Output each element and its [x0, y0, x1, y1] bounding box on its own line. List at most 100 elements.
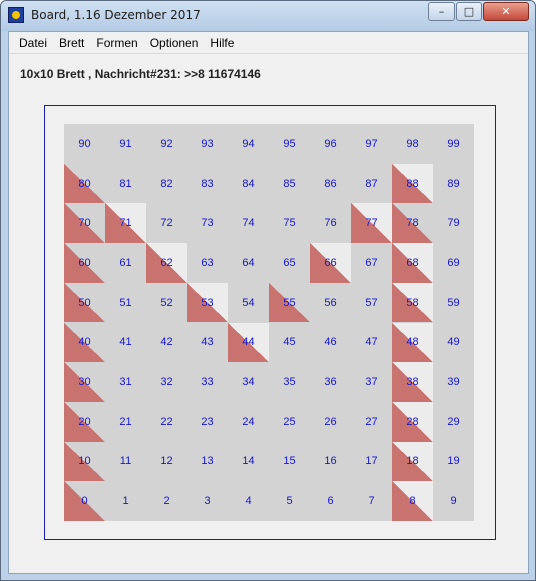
board-cell[interactable]: 52: [146, 283, 187, 323]
board-cell[interactable]: 51: [105, 283, 146, 323]
board-cell[interactable]: 76: [310, 203, 351, 243]
board-cell[interactable]: 11: [105, 442, 146, 482]
board-cell[interactable]: 49: [433, 323, 474, 363]
board-cell[interactable]: 29: [433, 402, 474, 442]
board-cell[interactable]: 84: [228, 164, 269, 204]
board-cell[interactable]: 68: [392, 243, 433, 283]
board-cell[interactable]: 88: [392, 163, 433, 204]
board-cell[interactable]: 28: [392, 401, 433, 442]
board-cell[interactable]: 75: [269, 203, 310, 243]
board-cell[interactable]: 67: [351, 243, 392, 283]
board-cell[interactable]: 92: [146, 124, 187, 164]
board-cell[interactable]: 59: [433, 283, 474, 323]
board-cell[interactable]: 82: [146, 164, 187, 204]
board-cell[interactable]: 39: [433, 362, 474, 402]
board-cell[interactable]: 89: [433, 164, 474, 204]
board-cell[interactable]: 42: [146, 323, 187, 363]
board-cell[interactable]: 99: [433, 124, 474, 164]
board-cell[interactable]: 55: [269, 282, 310, 323]
board-cell[interactable]: 13: [187, 442, 228, 482]
board-cell[interactable]: 47: [351, 323, 392, 363]
board-cell[interactable]: 58: [392, 282, 433, 323]
board-cell[interactable]: 80: [64, 163, 105, 204]
board-cell[interactable]: 65: [269, 243, 310, 283]
board-cell[interactable]: 1: [105, 481, 146, 521]
board-cell[interactable]: 37: [351, 362, 392, 402]
board-cell[interactable]: 32: [146, 362, 187, 402]
board-cell[interactable]: 62: [146, 243, 187, 283]
menu-datei[interactable]: Datei: [13, 32, 53, 54]
board-cell[interactable]: 54: [228, 283, 269, 323]
board-cell[interactable]: 91: [105, 124, 146, 164]
board-cell[interactable]: 69: [433, 243, 474, 283]
board-cell[interactable]: 34: [228, 362, 269, 402]
board-cell[interactable]: 23: [187, 402, 228, 442]
board-cell[interactable]: 40: [64, 322, 105, 363]
menu-hilfe[interactable]: Hilfe: [204, 32, 240, 54]
board-cell[interactable]: 66: [310, 243, 351, 283]
board-cell[interactable]: 30: [64, 362, 105, 402]
board-cell[interactable]: 24: [228, 402, 269, 442]
board-cell[interactable]: 48: [392, 322, 433, 363]
board-cell[interactable]: 35: [269, 362, 310, 402]
board-cell[interactable]: 45: [269, 323, 310, 363]
board-cell[interactable]: 95: [269, 124, 310, 164]
board-cell[interactable]: 6: [310, 481, 351, 521]
board-cell[interactable]: 22: [146, 402, 187, 442]
board-cell[interactable]: 41: [105, 323, 146, 363]
board-cell[interactable]: 94: [228, 124, 269, 164]
board-cell[interactable]: 3: [187, 481, 228, 521]
board-cell[interactable]: 4: [228, 481, 269, 521]
board-cell[interactable]: 14: [228, 442, 269, 482]
board-cell[interactable]: 56: [310, 283, 351, 323]
board-cell[interactable]: 46: [310, 323, 351, 363]
board-cell[interactable]: 98: [392, 124, 433, 164]
board-cell[interactable]: 64: [228, 243, 269, 283]
board-cell[interactable]: 83: [187, 164, 228, 204]
board-cell[interactable]: 90: [64, 124, 105, 164]
board-cell[interactable]: 96: [310, 124, 351, 164]
board-cell[interactable]: 31: [105, 362, 146, 402]
board-cell[interactable]: 25: [269, 402, 310, 442]
app-icon[interactable]: [8, 7, 24, 23]
board-cell[interactable]: 26: [310, 402, 351, 442]
board-cell[interactable]: 73: [187, 203, 228, 243]
board-cell[interactable]: 33: [187, 362, 228, 402]
board-cell[interactable]: 85: [269, 164, 310, 204]
board-cell[interactable]: 87: [351, 164, 392, 204]
board-cell[interactable]: 21: [105, 402, 146, 442]
board-cell[interactable]: 81: [105, 164, 146, 204]
board-cell[interactable]: 77: [351, 203, 392, 244]
maximize-button[interactable]: □: [456, 2, 482, 21]
board-cell[interactable]: 7: [351, 481, 392, 521]
board-cell[interactable]: 44: [228, 322, 269, 363]
menu-brett[interactable]: Brett: [53, 32, 90, 54]
board-cell[interactable]: 57: [351, 283, 392, 323]
board-cell[interactable]: 0: [64, 481, 105, 521]
board-cell[interactable]: 79: [433, 203, 474, 243]
board-cell[interactable]: 17: [351, 442, 392, 482]
board-cell[interactable]: 5: [269, 481, 310, 521]
board-cell[interactable]: 72: [146, 203, 187, 243]
game-board[interactable]: 90 91 92 93 94 95 96 97 98 99 80 81 82 83 84 85 86 87 88 89…: [64, 124, 474, 521]
board-cell[interactable]: 74: [228, 203, 269, 243]
title-bar[interactable]: Board, 1.16 Dezember 2017 – □ ✕: [1, 1, 535, 31]
board-cell[interactable]: 97: [351, 124, 392, 164]
board-cell[interactable]: 50: [64, 282, 105, 323]
board-cell[interactable]: 16: [310, 442, 351, 482]
board-cell[interactable]: 10: [64, 441, 105, 482]
board-cell[interactable]: 8: [392, 481, 433, 521]
menu-optionen[interactable]: Optionen: [144, 32, 205, 54]
board-cell[interactable]: 12: [146, 442, 187, 482]
board-cell[interactable]: 20: [64, 401, 105, 442]
board-cell[interactable]: 70: [64, 203, 105, 244]
board-cell[interactable]: 36: [310, 362, 351, 402]
board-cell[interactable]: 63: [187, 243, 228, 283]
board-cell[interactable]: 15: [269, 442, 310, 482]
board-cell[interactable]: 53: [187, 282, 228, 323]
board-cell[interactable]: 2: [146, 481, 187, 521]
board-cell[interactable]: 60: [64, 243, 105, 283]
menu-formen[interactable]: Formen: [90, 32, 143, 54]
board-cell[interactable]: 86: [310, 164, 351, 204]
board-cell[interactable]: 61: [105, 243, 146, 283]
